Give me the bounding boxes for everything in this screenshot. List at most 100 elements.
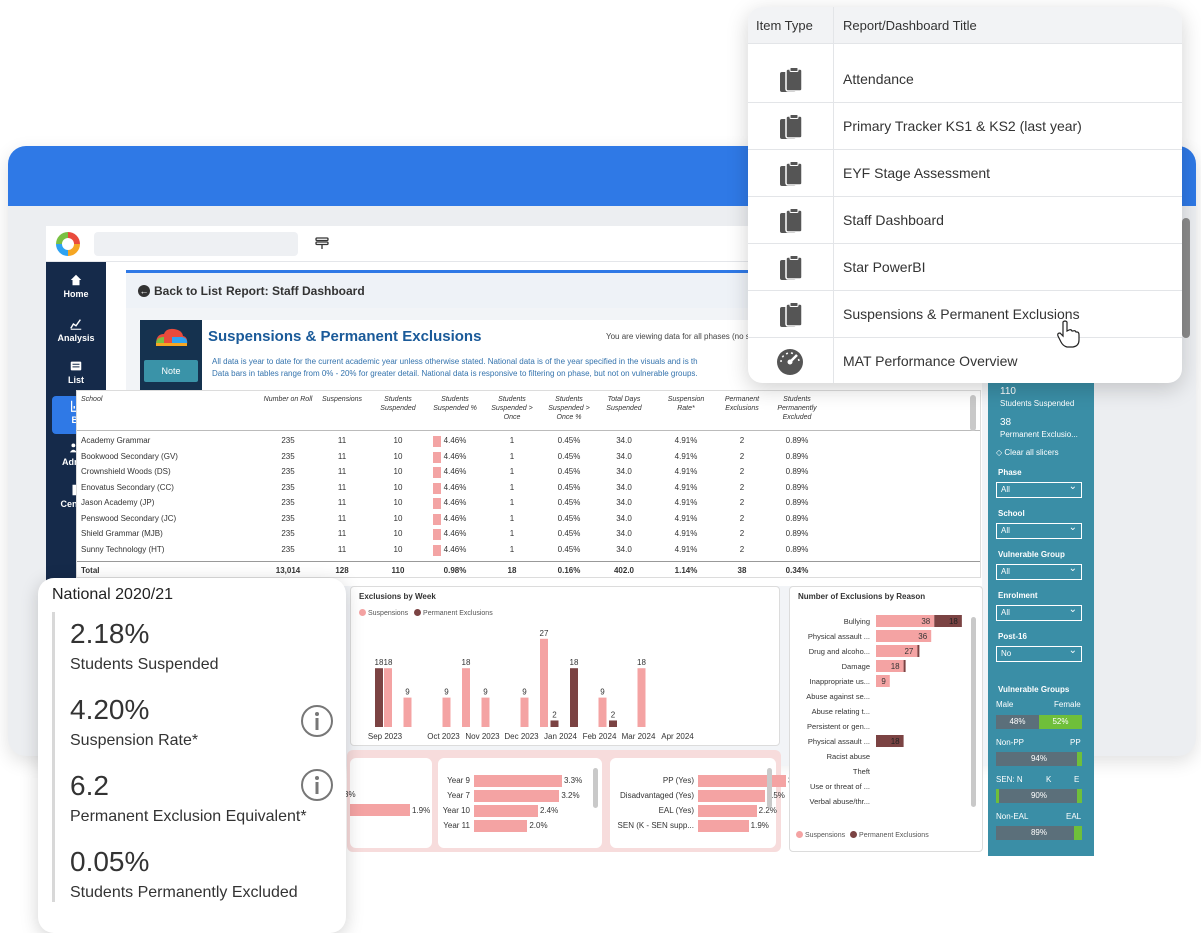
bar-permanent[interactable]: [917, 645, 920, 657]
bar-suspensions[interactable]: [598, 697, 607, 727]
slicer-dropdown-vulnerable-group[interactable]: All: [996, 562, 1082, 580]
nav-item-analysis[interactable]: Analysis: [52, 314, 100, 352]
report-button-note[interactable]: Note: [144, 360, 198, 382]
bar-suspensions[interactable]: [462, 668, 470, 727]
info-icon[interactable]: [300, 768, 334, 802]
table-row[interactable]: Enovatus Secondary (CC) 235 11 10 4.46% 1 0.45…: [77, 480, 980, 496]
table-cell: 4.46%: [443, 467, 467, 476]
back-arrow-icon: ←: [138, 285, 150, 297]
bar-suspensions[interactable]: [403, 697, 412, 727]
menu-item[interactable]: Suspensions & Permanent Exclusions: [748, 291, 1182, 338]
table-row[interactable]: Shield Grammar (MJB) 235 11 10 4.46% 1 0.45% 34…: [77, 526, 980, 542]
bar-suspensions[interactable]: [637, 668, 646, 727]
table-cell: 4.91%: [674, 498, 698, 507]
national-value: 4.20%: [70, 694, 150, 725]
mini-bar[interactable]: [474, 805, 538, 817]
y-tick-label: Damage: [842, 662, 870, 671]
bar-suspensions[interactable]: [481, 697, 490, 727]
table-header-cell[interactable]: Suspensions: [317, 395, 367, 404]
bar-permanent[interactable]: [903, 660, 906, 672]
nav-item-home[interactable]: Home: [52, 270, 100, 308]
mini-scrollbar[interactable]: [767, 768, 772, 808]
mini-bar[interactable]: [698, 820, 749, 832]
slicer-dropdown-school[interactable]: All: [996, 521, 1082, 539]
table-header-cell[interactable]: School: [81, 395, 201, 404]
info-icon[interactable]: [300, 704, 334, 738]
table-row[interactable]: Crownshield Woods (DS) 235 11 10 4.46% 1 0.45%…: [77, 464, 980, 480]
table-header-cell[interactable]: Students Suspended > Once: [487, 395, 537, 422]
table-row[interactable]: Penswood Secondary (JC) 235 11 10 4.46% 1 0.45…: [77, 511, 980, 527]
mini-bar[interactable]: [698, 775, 786, 787]
bar-label: 2: [611, 710, 616, 719]
sen-bar: 90%: [996, 789, 1082, 803]
menu-item[interactable]: Primary Tracker KS1 & KS2 (last year): [748, 103, 1182, 150]
mini-label: Year 10: [442, 806, 470, 815]
bar-permanent[interactable]: [375, 668, 383, 727]
bar-permanent[interactable]: [550, 720, 559, 727]
mini-bar[interactable]: [698, 790, 765, 802]
mini-bar[interactable]: [474, 790, 560, 802]
table-scrollbar[interactable]: [970, 395, 976, 431]
chart-reason-legend: Suspensions Permanent Exclusions: [796, 831, 929, 839]
slicer-dropdown-post-16[interactable]: No: [996, 644, 1082, 662]
menu-header: Item Type Report/Dashboard Title: [748, 7, 1182, 44]
mini-bar[interactable]: [474, 775, 562, 787]
table-header-cell[interactable]: Students Permanently Excluded: [771, 395, 823, 422]
back-to-list-link[interactable]: ← Back to List: [138, 284, 222, 298]
window-scrollbar[interactable]: [1182, 218, 1190, 338]
nav-item-list[interactable]: List: [52, 356, 100, 394]
table-cell: 34.0: [616, 529, 632, 538]
table-row[interactable]: Jason Academy (JP) 235 11 10 4.46% 1 0.45% 34.0…: [77, 495, 980, 511]
table-header-cell[interactable]: Suspension Rate*: [661, 395, 711, 413]
mini-bar[interactable]: [698, 805, 757, 817]
table-header-cell[interactable]: Permanent Exclusions: [717, 395, 767, 413]
mini-scrollbar[interactable]: [593, 768, 598, 808]
mini-label: Year 9: [447, 776, 470, 785]
bar-permanent[interactable]: [570, 668, 578, 727]
mini-label: SEN (K - SEN supp...: [617, 821, 694, 830]
pp-fill: [1077, 752, 1082, 766]
menu-item[interactable]: Star PowerBI: [748, 244, 1182, 291]
reason-scrollbar[interactable]: [971, 617, 976, 807]
bar-suspensions[interactable]: [520, 697, 529, 727]
chart-reason-plot: Bullying 38 18 Physical assault ... 36 Drug a…: [806, 615, 962, 806]
bar-suspensions[interactable]: [442, 697, 451, 727]
noneal-label: Non-EAL: [996, 812, 1029, 821]
table-cell: 0.89%: [785, 467, 809, 476]
menu-item-title: Staff Dashboard: [843, 212, 944, 228]
table-header: School Number on Roll Suspensions Students …: [77, 391, 980, 431]
menu-item[interactable]: EYF Stage Assessment: [748, 150, 1182, 197]
table-row[interactable]: Bookwood Secondary (GV) 235 11 10 4.46% 1 0.45…: [77, 449, 980, 465]
mini-bar[interactable]: [474, 820, 528, 832]
table-header-cell[interactable]: Students Suspended > Once %: [543, 395, 595, 422]
mini-value: 2.4%: [540, 806, 559, 815]
bar-suspensions[interactable]: [384, 668, 392, 727]
bar-suspensions[interactable]: [540, 638, 548, 727]
table-cell: 11: [337, 513, 347, 523]
viewing-filter-text: You are viewing data for all phases (no …: [606, 332, 755, 341]
table-row[interactable]: Sunny Technology (HT) 235 11 10 4.46% 1 0.45% 3…: [77, 542, 980, 558]
table-cell: 235: [281, 498, 295, 507]
slicer-dropdown-phase[interactable]: All: [996, 480, 1082, 498]
sen-n-label: SEN: N: [996, 775, 1023, 784]
table-header-cell[interactable]: Students Suspended %: [429, 395, 481, 413]
table-header-cell[interactable]: Total Days Suspended: [597, 395, 651, 413]
table-cell: 34.0: [616, 498, 632, 507]
table-header-cell[interactable]: Number on Roll: [263, 395, 313, 404]
global-search-input[interactable]: [94, 232, 298, 256]
app-logo[interactable]: [56, 232, 80, 256]
clear-slicers-button[interactable]: ◇ Clear all slicers: [996, 448, 1059, 457]
table-cell: Enovatus Secondary (CC): [81, 482, 174, 492]
menu-item[interactable]: MAT Performance Overview: [748, 338, 1182, 383]
bar-permanent[interactable]: [609, 720, 617, 727]
y-tick-label: Physical assault ...: [808, 737, 870, 746]
table-header-cell[interactable]: Students Suspended: [373, 395, 423, 413]
filter-icon[interactable]: [314, 235, 330, 251]
menu-item[interactable]: Staff Dashboard: [748, 197, 1182, 244]
table-cell: 34.0: [616, 482, 632, 492]
slicer-dropdown-enrolment[interactable]: All: [996, 603, 1082, 621]
table-cell: 2: [739, 467, 745, 476]
total-cell: 0.34%: [785, 566, 809, 575]
table-row[interactable]: Academy Grammar 235 11 10 4.46% 1 0.45% 34.0 4.9…: [77, 433, 980, 449]
menu-item[interactable]: Attendance: [748, 56, 1182, 103]
